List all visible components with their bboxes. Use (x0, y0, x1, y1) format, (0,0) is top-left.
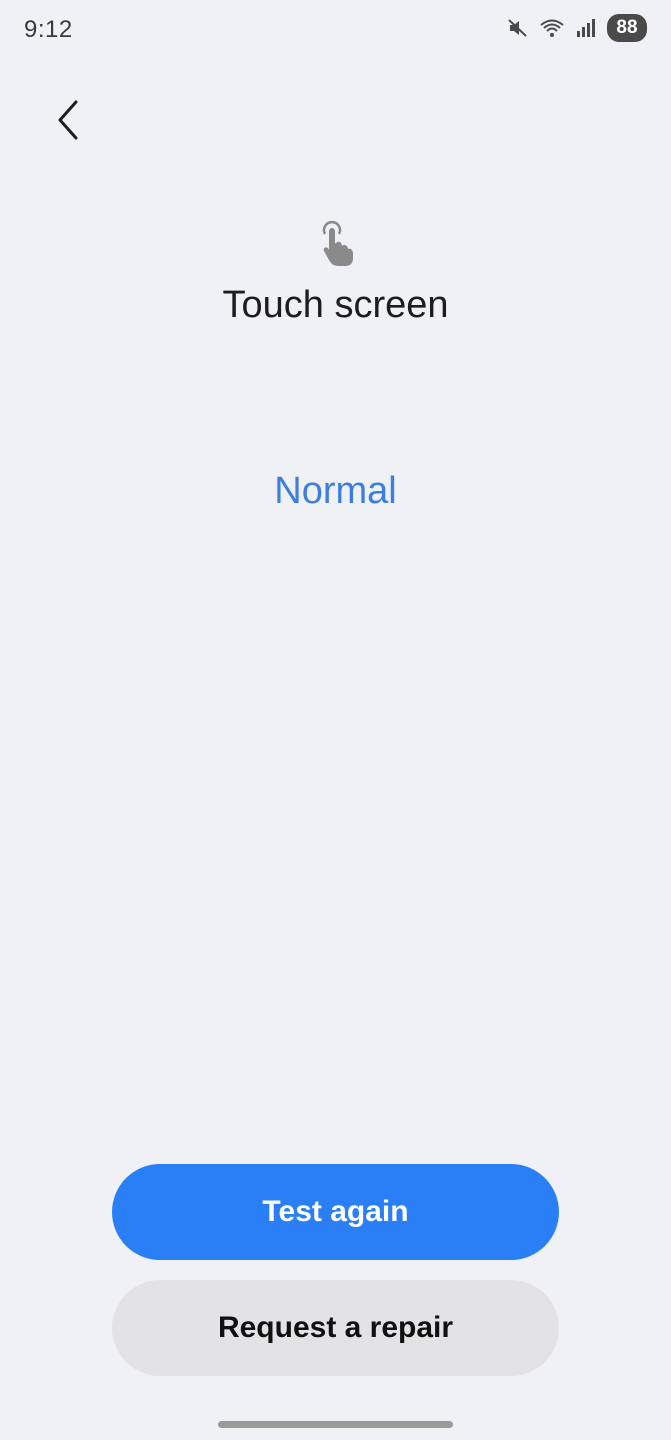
chevron-left-icon (54, 98, 82, 147)
request-repair-button[interactable]: Request a repair (112, 1280, 559, 1376)
back-button[interactable] (44, 94, 92, 150)
status-bar: 9:12 88 (0, 0, 671, 60)
signal-icon (575, 17, 597, 39)
touch-hand-icon (315, 220, 357, 268)
mute-icon (507, 17, 529, 39)
test-again-button[interactable]: Test again (112, 1164, 559, 1260)
home-indicator[interactable] (218, 1421, 453, 1428)
wifi-icon (539, 17, 565, 39)
page-title: Touch screen (222, 284, 449, 326)
battery-indicator: 88 (607, 14, 647, 42)
status-time: 9:12 (24, 16, 73, 43)
test-result: Normal (274, 470, 397, 512)
status-icons: 88 (507, 14, 647, 42)
